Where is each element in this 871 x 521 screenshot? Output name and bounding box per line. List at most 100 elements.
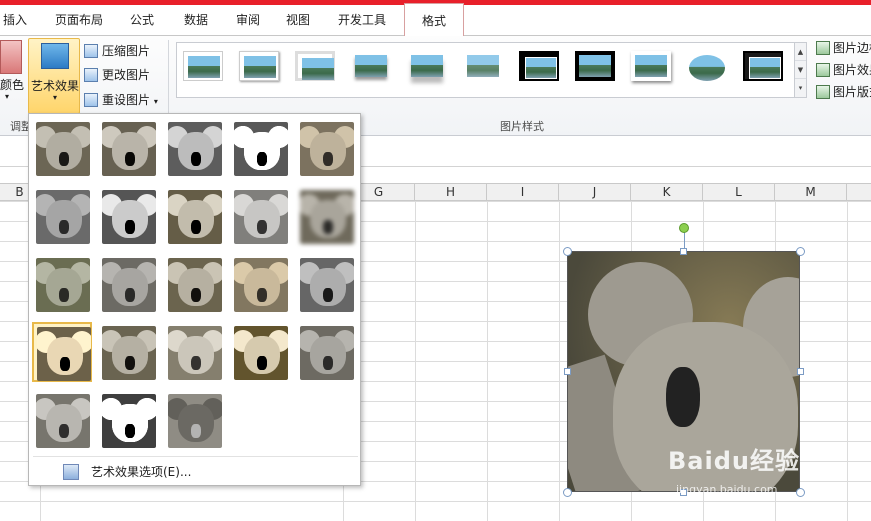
border-icon [816,41,830,55]
tab-formulas[interactable]: 公式 [122,5,162,36]
style-thumb[interactable] [687,51,727,81]
effect-preview [168,122,222,176]
effect-preview [36,258,90,312]
reset-label: 重设图片 [102,93,151,107]
compress-label: 压缩图片 [102,44,151,58]
art-effect-option[interactable] [32,186,92,246]
art-effect-option[interactable] [296,118,356,178]
picture-layout-button[interactable]: 图片版式 [816,82,871,102]
picture-styles-gallery [176,42,796,98]
tab-insert[interactable]: 插入 [0,5,30,36]
tab-page-layout[interactable]: 页面布局 [48,5,110,36]
change-label: 更改图片 [102,68,151,82]
effect-preview [102,190,156,244]
art-effect-option[interactable] [32,390,92,450]
style-thumb[interactable] [575,51,615,81]
style-thumb[interactable] [239,51,279,81]
art-effect-option[interactable] [164,118,224,178]
art-effects-button[interactable]: 艺术效果 ▾ [28,38,80,114]
gallery-more-button[interactable]: ▾ [795,79,806,97]
grid-line [559,201,560,521]
column-header[interactable]: J [559,184,631,201]
compress-icon [84,44,98,58]
art-effect-option[interactable] [98,118,158,178]
art-effect-option[interactable] [296,186,356,246]
color-icon[interactable] [0,40,22,74]
art-effect-option[interactable] [164,390,224,450]
art-effect-option[interactable] [296,322,356,382]
art-effect-option[interactable] [98,186,158,246]
style-thumb[interactable] [743,51,783,81]
gallery-scroll: ▲ ▼ ▾ [794,42,807,98]
art-effect-option[interactable] [164,254,224,314]
picture-effects-button[interactable]: 图片效果 [816,60,871,80]
art-effect-option[interactable] [164,186,224,246]
color-button-label[interactable]: 颜色 [0,76,24,93]
art-effect-option[interactable] [230,118,290,178]
style-preview [467,55,499,77]
picture-shape [666,367,700,427]
effect-preview [168,394,222,448]
tab-developer[interactable]: 开发工具 [330,5,394,36]
gallery-up-button[interactable]: ▲ [795,43,806,61]
style-thumb[interactable] [295,51,335,81]
effect-preview [234,190,288,244]
art-effect-option[interactable] [32,322,92,382]
art-effect-option[interactable] [32,254,92,314]
style-thumb[interactable] [463,51,503,81]
style-preview [689,55,725,81]
resize-handle[interactable] [564,368,571,375]
art-effect-option[interactable] [98,322,158,382]
tab-review[interactable]: 审阅 [228,5,268,36]
tab-view[interactable]: 视图 [278,5,318,36]
art-options-icon [63,464,79,480]
style-thumb[interactable] [519,51,559,81]
tab-data[interactable]: 数据 [176,5,216,36]
effect-preview [37,327,91,381]
column-header[interactable]: H [415,184,487,201]
column-header[interactable]: L [703,184,775,201]
style-thumb[interactable] [351,51,391,81]
change-picture-button[interactable]: 更改图片 [84,65,150,85]
style-thumb[interactable] [183,51,223,81]
art-effect-option[interactable] [98,390,158,450]
reset-picture-button[interactable]: 重设图片 ▾ [84,90,158,110]
tab-format[interactable]: 格式 [404,3,464,37]
art-effect-option[interactable] [230,322,290,382]
resize-handle[interactable] [563,247,572,256]
art-effect-option[interactable] [164,322,224,382]
gallery-down-button[interactable]: ▼ [795,61,806,79]
art-effect-option[interactable] [296,254,356,314]
style-preview [244,56,276,78]
resize-handle[interactable] [796,488,805,497]
resize-handle[interactable] [680,248,687,255]
column-header[interactable]: M [775,184,847,201]
resize-handle[interactable] [796,247,805,256]
column-header[interactable]: I [487,184,559,201]
resize-handle[interactable] [563,488,572,497]
reset-icon [84,93,98,107]
effect-preview [234,122,288,176]
effect-preview [234,326,288,380]
art-effect-option[interactable] [230,254,290,314]
effect-preview [300,258,354,312]
art-effect-option[interactable] [98,254,158,314]
picture-border-button[interactable]: 图片边框 [816,38,871,58]
art-effects-options-item[interactable]: 艺术效果选项(E)... [63,462,191,482]
effect-preview [102,122,156,176]
art-effect-option[interactable] [230,186,290,246]
style-preview [355,55,387,77]
effect-preview [36,190,90,244]
resize-handle[interactable] [797,368,804,375]
rotate-handle[interactable] [679,223,689,233]
column-header[interactable]: K [631,184,703,201]
art-effect-option[interactable] [32,118,92,178]
effect-preview [300,190,354,244]
style-preview [525,57,557,79]
grid-line [847,201,848,521]
style-thumb[interactable] [407,51,447,81]
chevron-down-icon: ▾ [52,93,57,102]
style-thumb[interactable] [631,51,671,81]
effects-icon [816,63,830,77]
compress-picture-button[interactable]: 压缩图片 [84,41,150,61]
